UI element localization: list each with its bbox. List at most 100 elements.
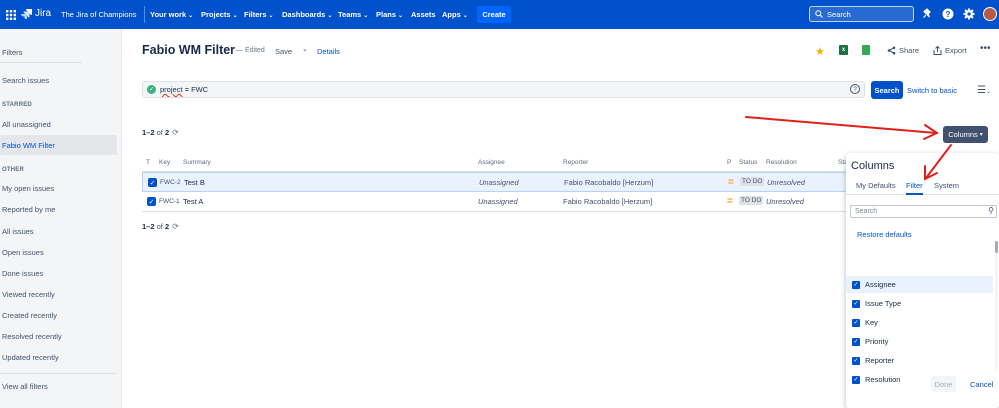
nav-teams[interactable]: Teams ⌄ xyxy=(338,10,368,19)
nav-apps[interactable]: Apps ⌄ xyxy=(442,10,468,19)
column-option-reporter[interactable]: ✓ Reporter xyxy=(846,352,993,369)
checkbox-checked[interactable]: ✓ xyxy=(852,337,860,346)
page-title: Fabio WM Filter xyxy=(142,43,236,57)
nav-your-work[interactable]: Your work ⌄ xyxy=(150,10,193,19)
sidebar-item-search-issues[interactable]: Search issues xyxy=(2,76,49,85)
product-name: Jira xyxy=(35,8,52,19)
column-option-priority[interactable]: ✓ Priority xyxy=(846,333,993,350)
jira-logo[interactable]: Jira xyxy=(21,8,51,19)
notifications-icon[interactable] xyxy=(921,8,933,20)
checkbox-checked[interactable]: ✓ xyxy=(852,318,860,327)
column-header-priority[interactable]: P xyxy=(727,159,731,166)
help-icon[interactable]: ? xyxy=(850,84,860,94)
sidebar-item-view-all-filters[interactable]: View all filters xyxy=(2,382,48,391)
column-option-assignee[interactable]: ✓ Assignee xyxy=(846,276,993,293)
export-label: Export xyxy=(945,46,967,55)
create-button[interactable]: Create xyxy=(477,6,511,23)
sidebar-item-all-issues[interactable]: All issues xyxy=(2,227,34,236)
columns-search-input[interactable]: Search ⚲ xyxy=(850,205,997,218)
sidebar-item-created-recently[interactable]: Created recently xyxy=(2,311,57,320)
column-option-issue-type[interactable]: ✓ Issue Type xyxy=(846,295,993,312)
nav-projects[interactable]: Projects ⌄ xyxy=(201,10,238,19)
column-header-reporter[interactable]: Reporter xyxy=(563,159,588,166)
scrollbar-thumb[interactable] xyxy=(995,241,998,253)
starred-heading: STARRED xyxy=(2,102,32,108)
sidebar-item-resolved-recently[interactable]: Resolved recently xyxy=(2,332,62,341)
column-header-assignee[interactable]: Assignee xyxy=(478,159,505,166)
column-header-status[interactable]: Status xyxy=(739,159,757,166)
results-of: of xyxy=(154,128,165,137)
details-link[interactable]: Details xyxy=(317,47,340,56)
export-button[interactable]: Export xyxy=(933,46,967,55)
columns-panel: Columns My Defaults Filter System Search… xyxy=(846,153,999,408)
chevron-down-icon: ▾ xyxy=(979,132,983,138)
checkbox-checked[interactable]: ✓ xyxy=(852,375,860,384)
task-type-icon: ✓ xyxy=(147,197,156,206)
help-icon[interactable]: ? xyxy=(942,8,954,20)
column-header-resolution[interactable]: Resolution xyxy=(766,159,797,166)
sidebar-item-reported-by-me[interactable]: Reported by me xyxy=(2,205,55,214)
checkbox-checked[interactable]: ✓ xyxy=(852,356,860,365)
cancel-button[interactable]: Cancel xyxy=(970,380,993,389)
columns-button[interactable]: Columns ▾ xyxy=(943,126,988,143)
sidebar-item-my-open-issues[interactable]: My open issues xyxy=(2,184,54,193)
search-button[interactable]: Search xyxy=(871,81,903,99)
nav-plans[interactable]: Plans ⌄ xyxy=(376,10,403,19)
tab-my-defaults[interactable]: My Defaults xyxy=(856,181,896,190)
global-search-input[interactable]: Search xyxy=(809,6,914,22)
refresh-icon[interactable]: ⟳ xyxy=(172,128,179,137)
save-options-chevron-icon[interactable]: ⌄ xyxy=(302,45,308,53)
column-header-type[interactable]: T xyxy=(146,159,150,166)
issue-key[interactable]: FWC-2 xyxy=(160,179,181,186)
results-of: of xyxy=(154,222,165,231)
sidebar-item-open-issues[interactable]: Open issues xyxy=(2,248,44,257)
nav-dashboards[interactable]: Dashboards ⌄ xyxy=(282,10,332,19)
share-button[interactable]: Share xyxy=(887,46,919,55)
issue-summary[interactable]: Test A xyxy=(183,197,203,206)
star-icon[interactable]: ★ xyxy=(815,45,825,58)
issue-reporter: Fabio Racobaldo [Herzum] xyxy=(563,197,653,206)
results-count-bottom: 1–2 of 2 ⟳ xyxy=(142,222,179,231)
excel-icon[interactable]: x xyxy=(839,45,848,55)
tab-filter[interactable]: Filter xyxy=(906,181,923,195)
chevron-down-icon: ⌄ xyxy=(232,13,238,19)
share-label: Share xyxy=(899,46,920,55)
checkbox-checked[interactable]: ✓ xyxy=(852,280,860,289)
sidebar-divider xyxy=(0,62,82,63)
column-header-key[interactable]: Key xyxy=(159,159,170,166)
site-name[interactable]: The Jira of Champions xyxy=(61,10,136,19)
checkbox-checked[interactable]: ✓ xyxy=(852,299,860,308)
sidebar-item-done-issues[interactable]: Done issues xyxy=(2,269,43,278)
app-switcher-icon[interactable] xyxy=(6,10,16,20)
jql-rest: = FWC xyxy=(182,85,209,94)
nav-assets[interactable]: Assets xyxy=(411,10,436,19)
sidebar-item-all-unassigned[interactable]: All unassigned xyxy=(2,120,51,129)
sidebar-item-fabio-wm-filter[interactable]: Fabio WM Filter xyxy=(0,135,117,155)
column-option-label: Reporter xyxy=(865,356,895,365)
nav-filters-label: Filters xyxy=(244,10,267,19)
columns-scrollbar[interactable] xyxy=(995,241,998,371)
list-view-menu-icon[interactable]: ☰⌄ xyxy=(977,85,991,96)
switch-to-basic-link[interactable]: Switch to basic xyxy=(907,86,957,95)
sidebar-item-viewed-recently[interactable]: Viewed recently xyxy=(2,290,55,299)
save-button[interactable]: Save xyxy=(275,47,292,56)
sidebar-item-updated-recently[interactable]: Updated recently xyxy=(2,353,59,362)
table-header: T Key Summary Assignee Reporter P Status… xyxy=(142,156,848,172)
column-header-summary[interactable]: Summary xyxy=(183,159,211,166)
tab-system[interactable]: System xyxy=(934,181,959,190)
nav-filters[interactable]: Filters ⌄ xyxy=(244,10,274,19)
restore-defaults-link[interactable]: Restore defaults xyxy=(857,230,912,239)
jql-query-input[interactable]: ✓ project = FWC ? xyxy=(142,81,865,98)
table-row[interactable]: ✓ FWC-2 Test B Unassigned Fabio Racobald… xyxy=(142,172,848,192)
nav-divider xyxy=(144,6,145,23)
settings-icon[interactable] xyxy=(963,8,975,20)
issue-summary[interactable]: Test B xyxy=(184,178,205,187)
issue-key[interactable]: FWC-1 xyxy=(159,198,180,205)
refresh-icon[interactable]: ⟳ xyxy=(172,222,179,231)
google-sheets-icon[interactable] xyxy=(862,45,870,55)
avatar[interactable] xyxy=(983,7,997,21)
column-option-key[interactable]: ✓ Key xyxy=(846,314,993,331)
table-row[interactable]: ✓ FWC-1 Test A Unassigned Fabio Racobald… xyxy=(142,192,848,212)
done-button[interactable]: Done xyxy=(931,376,956,392)
more-actions-icon[interactable]: ••• xyxy=(980,43,991,54)
